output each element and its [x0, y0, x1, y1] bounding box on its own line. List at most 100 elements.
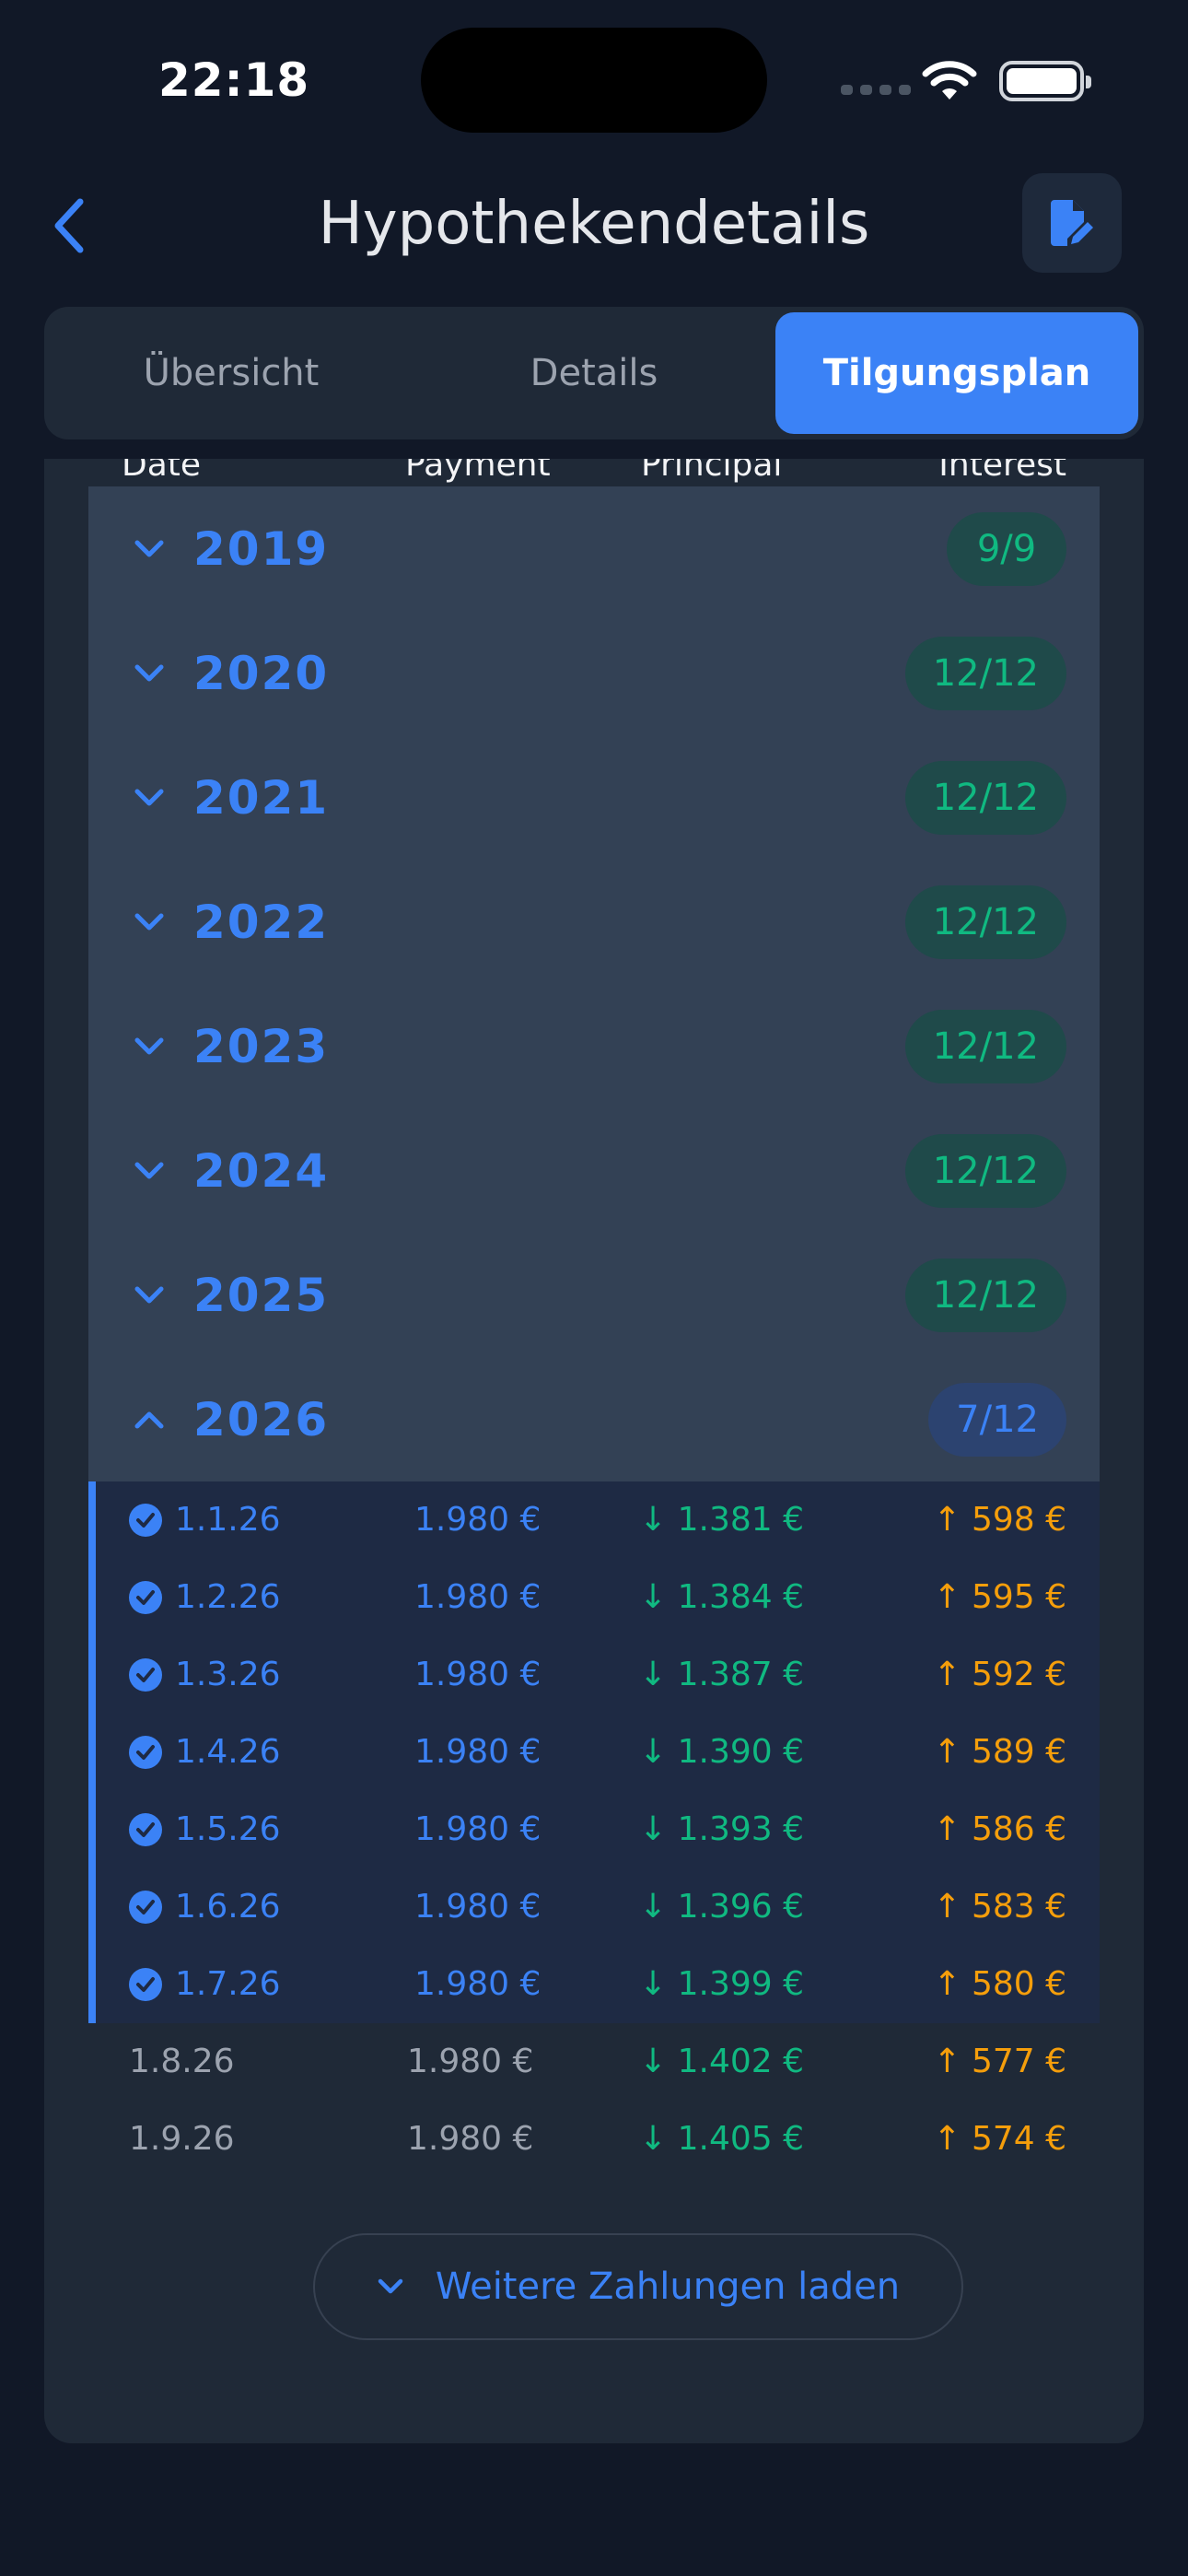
payment-date: 1.6.26	[175, 1888, 281, 1926]
payment-date-cell: 1.3.26	[129, 1636, 281, 1714]
payment-amount: 1.980 €	[407, 2120, 534, 2158]
year-label: 2019	[193, 521, 330, 576]
principal-amount: 1.402 €	[677, 2043, 805, 2080]
payment-amount: 1.980 €	[414, 1810, 542, 1848]
principal-cell: ↓ 1.402 €	[639, 2023, 804, 2101]
payment-row[interactable]: 1.1.26 1.980 € ↓ 1.381 € ↑ 598 €	[88, 1481, 1100, 1559]
payment-row[interactable]: 1.3.26 1.980 € ↓ 1.387 € ↑ 592 €	[88, 1636, 1100, 1714]
arrow-up-icon: ↑	[933, 2043, 961, 2080]
dynamic-island	[421, 28, 767, 133]
year-row-2023[interactable]: 2023 12/12	[88, 984, 1100, 1108]
arrow-up-icon: ↑	[933, 1501, 961, 1539]
payment-row[interactable]: 1.8.26 1.980 € ↓ 1.402 € ↑ 577 €	[88, 2023, 1100, 2101]
payment-row[interactable]: 1.6.26 1.980 € ↓ 1.396 € ↑ 583 €	[88, 1868, 1100, 1946]
payment-amount: 1.980 €	[414, 1733, 542, 1771]
principal-amount: 1.396 €	[677, 1888, 805, 1926]
tab-amortization-schedule[interactable]: Tilgungsplan	[775, 312, 1138, 434]
arrow-down-icon: ↓	[639, 1578, 668, 1616]
year-row-2021[interactable]: 2021 12/12	[88, 735, 1100, 860]
principal-amount: 1.390 €	[677, 1733, 805, 1771]
year-label: 2026	[193, 1392, 330, 1446]
arrow-down-icon: ↓	[639, 1501, 668, 1539]
arrow-up-icon: ↑	[933, 1656, 961, 1693]
payment-date: 1.4.26	[175, 1733, 281, 1771]
payment-date: 1.2.26	[175, 1578, 281, 1616]
chevron-down-icon	[131, 1153, 168, 1189]
payment-date-cell: 1.7.26	[129, 1946, 281, 2023]
wifi-icon	[922, 61, 977, 100]
payment-progress-badge: 12/12	[904, 1133, 1066, 1208]
payment-date: 1.5.26	[175, 1810, 281, 1848]
payment-date-cell: 1.6.26	[129, 1868, 281, 1946]
chevron-down-icon	[131, 779, 168, 816]
payment-list: 1.1.26 1.980 € ↓ 1.381 € ↑ 598 € 1.2.26 1.980…	[88, 1481, 1100, 2178]
status-time: 22:18	[158, 53, 310, 107]
check-circle-icon	[129, 1813, 162, 1846]
interest-cell: ↑ 580 €	[933, 1946, 1066, 2023]
check-circle-icon	[129, 1658, 162, 1692]
chevron-down-icon	[131, 531, 168, 568]
principal-cell: ↓ 1.396 €	[639, 1868, 804, 1946]
interest-amount: 574 €	[971, 2120, 1066, 2158]
chevron-down-icon	[131, 1028, 168, 1065]
principal-cell: ↓ 1.387 €	[639, 1636, 804, 1714]
battery-icon	[999, 61, 1091, 101]
year-groups: 2019 9/9 2020 12/12 2021 12/12 2022 12/12 2023 12…	[88, 486, 1100, 1481]
interest-cell: ↑ 577 €	[933, 2023, 1066, 2101]
payment-amount: 1.980 €	[414, 1965, 542, 2003]
payment-row[interactable]: 1.4.26 1.980 € ↓ 1.390 € ↑ 589 €	[88, 1714, 1100, 1791]
year-row-2022[interactable]: 2022 12/12	[88, 860, 1100, 984]
interest-amount: 577 €	[971, 2043, 1066, 2080]
interest-cell: ↑ 595 €	[933, 1559, 1066, 1636]
status-bar: 22:18	[0, 0, 1188, 157]
column-header-payment: Payment	[405, 459, 551, 484]
interest-cell: ↑ 592 €	[933, 1636, 1066, 1714]
principal-amount: 1.405 €	[677, 2120, 805, 2158]
principal-amount: 1.381 €	[677, 1501, 805, 1539]
chevron-down-icon	[131, 655, 168, 692]
check-circle-icon	[129, 1504, 162, 1537]
payment-progress-badge: 12/12	[904, 884, 1066, 959]
year-row-2019[interactable]: 2019 9/9	[88, 486, 1100, 611]
principal-cell: ↓ 1.399 €	[639, 1946, 804, 2023]
load-more-button[interactable]: Weitere Zahlungen laden	[313, 2233, 963, 2340]
year-row-2026[interactable]: 2026 7/12	[88, 1357, 1100, 1481]
arrow-down-icon: ↓	[639, 2120, 668, 2158]
principal-amount: 1.393 €	[677, 1810, 805, 1848]
payment-row[interactable]: 1.2.26 1.980 € ↓ 1.384 € ↑ 595 €	[88, 1559, 1100, 1636]
year-row-2025[interactable]: 2025 12/12	[88, 1233, 1100, 1357]
payment-date-cell: 1.5.26	[129, 1791, 281, 1868]
arrow-up-icon: ↑	[933, 1965, 961, 2003]
column-header-interest: Interest	[938, 459, 1066, 484]
edit-document-button[interactable]	[1022, 173, 1122, 273]
payment-progress-badge: 12/12	[904, 1258, 1066, 1332]
arrow-up-icon: ↑	[933, 1578, 961, 1616]
payment-date-cell: 1.2.26	[129, 1559, 281, 1636]
interest-amount: 589 €	[971, 1733, 1066, 1771]
payment-row[interactable]: 1.7.26 1.980 € ↓ 1.399 € ↑ 580 €	[88, 1946, 1100, 2023]
payment-amount: 1.980 €	[407, 2043, 534, 2080]
interest-cell: ↑ 583 €	[933, 1868, 1066, 1946]
payment-row[interactable]: 1.9.26 1.980 € ↓ 1.405 € ↑ 574 €	[88, 2101, 1100, 2178]
tab-overview[interactable]: Übersicht	[50, 312, 413, 434]
payment-progress-badge: 7/12	[928, 1382, 1066, 1457]
column-headers: Date Payment Principal Interest	[44, 459, 1144, 486]
year-label: 2024	[193, 1143, 330, 1198]
arrow-down-icon: ↓	[639, 1656, 668, 1693]
chevron-down-icon	[131, 904, 168, 941]
payment-date-cell: 1.4.26	[129, 1714, 281, 1791]
payment-date: 1.3.26	[175, 1656, 281, 1693]
year-label: 2020	[193, 646, 330, 700]
payment-row[interactable]: 1.5.26 1.980 € ↓ 1.393 € ↑ 586 €	[88, 1791, 1100, 1868]
load-more-label: Weitere Zahlungen laden	[435, 2266, 901, 2308]
arrow-up-icon: ↑	[933, 1733, 961, 1771]
arrow-down-icon: ↓	[639, 2043, 668, 2080]
interest-amount: 580 €	[971, 1965, 1066, 2003]
arrow-up-icon: ↑	[933, 1888, 961, 1926]
payment-date: 1.7.26	[175, 1965, 281, 2003]
payment-date: 1.1.26	[175, 1501, 281, 1539]
tab-details[interactable]: Details	[413, 312, 775, 434]
year-row-2024[interactable]: 2024 12/12	[88, 1108, 1100, 1233]
year-row-2020[interactable]: 2020 12/12	[88, 611, 1100, 735]
interest-cell: ↑ 589 €	[933, 1714, 1066, 1791]
